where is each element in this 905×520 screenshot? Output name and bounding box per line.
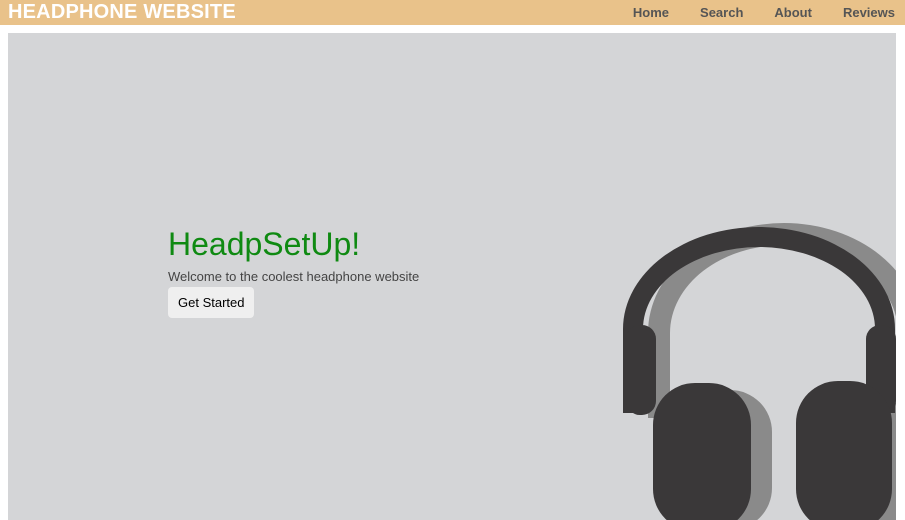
main-nav: Home Search About Reviews	[602, 0, 895, 25]
hero-title: HeadpSetUp!	[168, 226, 361, 262]
top-navbar: HEADPHONE WEBSITE Home Search About Revi…	[0, 0, 905, 25]
headphones-icon	[623, 223, 896, 520]
hero-content: HeadpSetUp! Welcome to the coolest headp…	[168, 224, 419, 318]
nav-about-link[interactable]: About	[774, 0, 812, 25]
nav-home-link[interactable]: Home	[633, 0, 669, 25]
nav-search-link[interactable]: Search	[700, 0, 743, 25]
get-started-button[interactable]: Get Started	[168, 287, 255, 318]
hero-banner: HeadpSetUp! Welcome to the coolest headp…	[8, 33, 896, 520]
hero-tagline: Welcome to the coolest headphone website	[168, 269, 420, 284]
brand-logo-link[interactable]: HEADPHONE WEBSITE	[8, 0, 236, 25]
nav-reviews-link[interactable]: Reviews	[843, 0, 895, 25]
